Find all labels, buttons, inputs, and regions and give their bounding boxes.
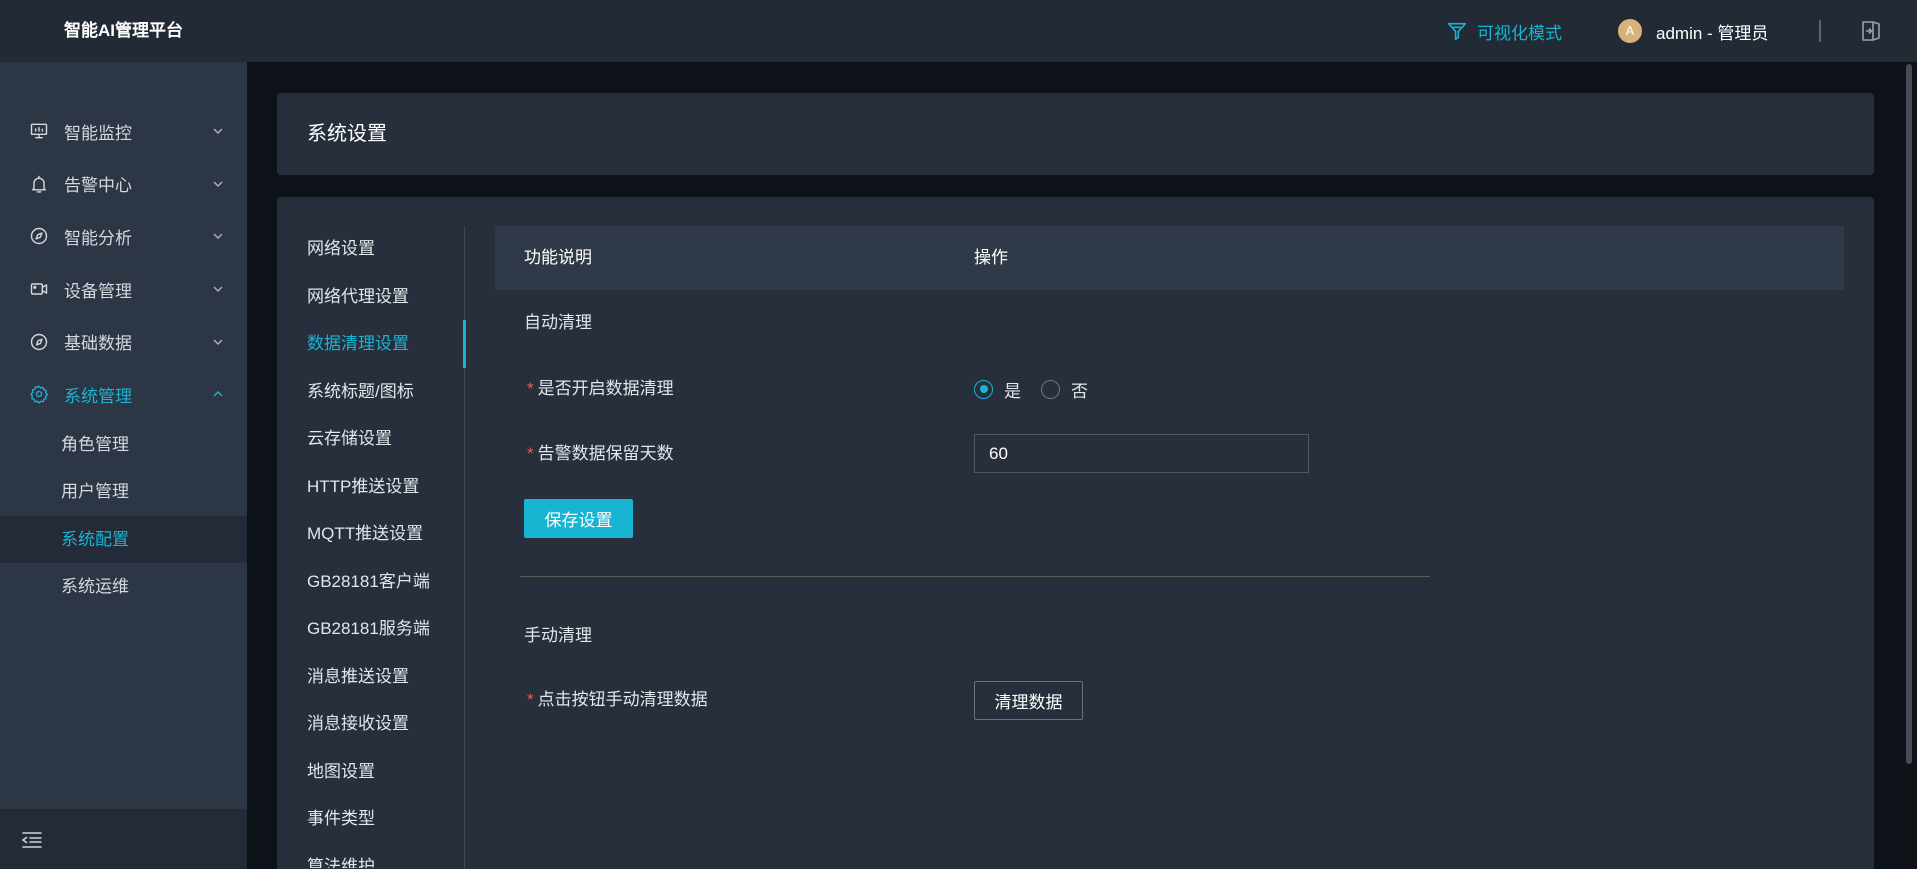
chevron-down-icon [213, 339, 223, 345]
settings-menu-item[interactable]: 网络设置 [277, 225, 463, 273]
compass-icon [30, 228, 48, 245]
sidebar-item-label: 基础数据 [64, 334, 132, 354]
radio-button-checked[interactable] [974, 379, 993, 399]
video-camera-icon [30, 283, 48, 295]
user-menu[interactable]: A admin - 管理员 [1618, 0, 1768, 62]
gear-icon [30, 385, 49, 405]
avatar: A [1618, 19, 1642, 43]
chevron-down-icon [213, 181, 223, 187]
radio-option-no[interactable]: 否 [1041, 377, 1088, 402]
required-mark: * [527, 379, 534, 398]
bell-icon [32, 175, 46, 193]
required-mark: * [527, 444, 534, 463]
settings-panel: 网络设置 网络代理设置 数据清理设置 系统标题/图标 云存储设置 HTTP推送设… [277, 197, 1874, 869]
clear-data-button[interactable]: 清理数据 [974, 681, 1083, 720]
sidebar-subitem-roles[interactable]: 角色管理 [0, 421, 247, 469]
visual-mode-label: 可视化模式 [1477, 23, 1562, 43]
sidebar-item-label: 系统管理 [64, 386, 132, 406]
settings-menu-item[interactable]: GB28181客户端 [277, 558, 463, 606]
save-settings-button[interactable]: 保存设置 [524, 499, 633, 538]
app-logo-title[interactable]: 智能AI管理平台 [64, 0, 183, 62]
chevron-down-icon [213, 286, 223, 293]
page-scrollbar[interactable] [1906, 64, 1912, 764]
header-divider [1819, 20, 1821, 42]
table-header: 功能说明 操作 [495, 226, 1844, 290]
sidebar-subitem-system-ops[interactable]: 系统运维 [0, 563, 247, 611]
settings-menu-item[interactable]: 地图设置 [277, 748, 463, 796]
logout-icon [1862, 21, 1880, 41]
sidebar-item-monitoring[interactable]: 智能监控 [0, 105, 247, 158]
settings-menu-item[interactable]: 算法维护 [277, 843, 463, 868]
settings-menu-item[interactable]: 云存储设置 [277, 415, 463, 463]
user-name-label: admin - 管理员 [1656, 23, 1769, 43]
settings-menu-item-active[interactable]: 数据清理设置 [277, 320, 463, 368]
settings-menu-item[interactable]: MQTT推送设置 [277, 510, 463, 558]
visual-mode-icon [1447, 22, 1467, 41]
enable-cleanup-radio-group: 是 否 [974, 377, 1108, 401]
settings-menu: 网络设置 网络代理设置 数据清理设置 系统标题/图标 云存储设置 HTTP推送设… [277, 225, 463, 868]
sidebar-item-analysis[interactable]: 智能分析 [0, 210, 247, 263]
sidebar-item-devices[interactable]: 设备管理 [0, 263, 247, 316]
settings-menu-item[interactable]: GB28181服务端 [277, 605, 463, 653]
top-header: 智能AI管理平台 可视化模式 A admin - 管理员 [0, 0, 1917, 62]
sidebar-item-label: 告警中心 [64, 176, 132, 196]
sidebar-item-system-management[interactable]: 系统管理 [0, 368, 247, 421]
chevron-down-icon [213, 128, 223, 135]
sidebar: 智能监控 告警中心 智能分析 设备管理 基础数据 系统管理 角色管理 用户管理 … [0, 62, 247, 809]
radio-option-yes[interactable]: 是 [974, 377, 1021, 402]
section-title-manual-cleanup: 手动清理 [524, 626, 592, 645]
field-label: 点击按钮手动清理数据 [537, 690, 708, 709]
radio-label: 是 [1004, 381, 1021, 401]
sidebar-item-base-data[interactable]: 基础数据 [0, 315, 247, 368]
discover-icon [30, 333, 48, 350]
radio-button[interactable] [1041, 379, 1060, 399]
sidebar-subitem-system-config[interactable]: 系统配置 [0, 515, 247, 564]
sidebar-item-alarm-center[interactable]: 告警中心 [0, 158, 247, 211]
section-title-auto-cleanup: 自动清理 [524, 313, 592, 332]
column-header-description: 功能说明 [524, 248, 592, 267]
sidebar-menu: 智能监控 告警中心 智能分析 设备管理 基础数据 系统管理 角色管理 用户管理 … [0, 105, 247, 611]
visual-mode-link[interactable]: 可视化模式 [1446, 0, 1562, 62]
settings-menu-item[interactable]: 网络代理设置 [277, 273, 463, 321]
sidebar-item-label: 智能监控 [64, 123, 132, 143]
manual-cleanup-label: * 点击按钮手动清理数据 [527, 688, 708, 712]
collapse-sidebar-button[interactable] [21, 831, 43, 849]
field-label: 是否开启数据清理 [537, 379, 674, 398]
sidebar-item-label: 设备管理 [64, 281, 132, 301]
enable-cleanup-label: * 是否开启数据清理 [527, 377, 674, 401]
settings-menu-active-indicator [463, 320, 466, 368]
settings-menu-item[interactable]: 消息接收设置 [277, 700, 463, 748]
settings-menu-item[interactable]: 事件类型 [277, 795, 463, 843]
chevron-up-icon [213, 391, 223, 397]
column-header-action: 操作 [974, 248, 1008, 267]
required-mark: * [527, 690, 534, 709]
sidebar-subitem-users[interactable]: 用户管理 [0, 468, 247, 516]
settings-menu-item[interactable]: 系统标题/图标 [277, 368, 463, 416]
settings-menu-item[interactable]: 消息推送设置 [277, 653, 463, 701]
settings-menu-item[interactable]: HTTP推送设置 [277, 463, 463, 511]
page-title: 系统设置 [307, 123, 387, 145]
logout-button[interactable] [1860, 19, 1882, 43]
page-header-card: 系统设置 [277, 93, 1874, 175]
menu-fold-icon [21, 832, 42, 848]
retention-days-input[interactable] [974, 434, 1309, 473]
monitor-icon [30, 123, 48, 139]
sidebar-footer [0, 809, 247, 869]
retention-days-label: * 告警数据保留天数 [527, 442, 674, 466]
sidebar-item-label: 智能分析 [64, 228, 132, 248]
radio-label: 否 [1071, 381, 1088, 401]
field-label: 告警数据保留天数 [537, 444, 674, 463]
chevron-down-icon [213, 233, 223, 240]
section-divider [520, 576, 1430, 577]
